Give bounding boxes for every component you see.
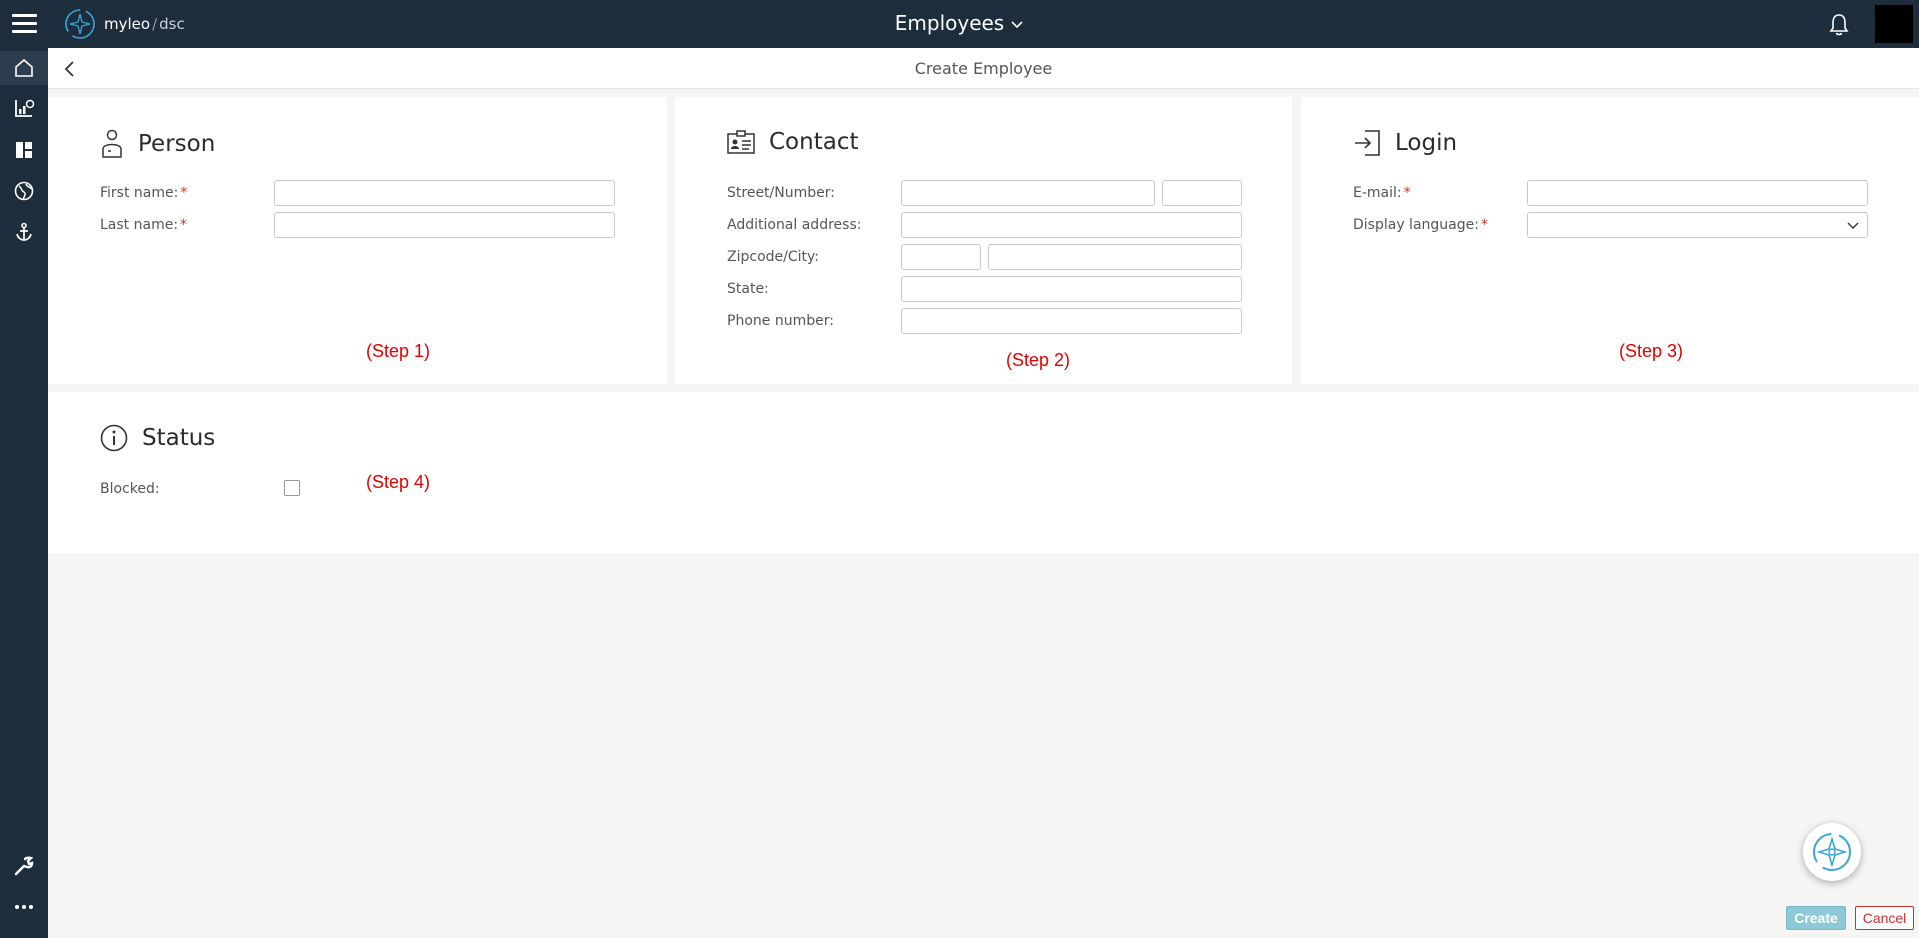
person-panel: Person First name: * Last name: * (Step 1): [48, 97, 667, 384]
phone-label: Phone number:: [727, 313, 834, 329]
step-1-annotation: (Step 1): [366, 341, 431, 361]
contact-panel: Contact Street/Number: Additional addres…: [675, 97, 1292, 384]
chart-icon: [15, 99, 35, 117]
first-name-label: First name: *: [100, 185, 188, 201]
sidebar-item-globe[interactable]: [0, 174, 48, 208]
zipcode-input[interactable]: [901, 244, 981, 270]
dashboard-icon: [16, 142, 32, 158]
top-bar: myleo / dsc Employees: [0, 0, 1919, 48]
app-logo[interactable]: myleo / dsc: [64, 8, 185, 40]
bell-icon[interactable]: [1828, 13, 1850, 37]
state-label: State:: [727, 281, 769, 297]
logo-brand: myleo: [104, 15, 151, 33]
step-2-annotation: (Step 2): [1006, 350, 1071, 370]
contact-card-icon: [727, 130, 755, 154]
login-title: Login: [1395, 130, 1458, 156]
chevron-down-icon: [1847, 222, 1859, 229]
avatar[interactable]: [1875, 5, 1913, 43]
additional-address-input[interactable]: [901, 212, 1242, 238]
logo-product: dsc: [159, 15, 185, 33]
person-title: Person: [138, 131, 216, 157]
info-icon: [100, 424, 128, 452]
status-title: Status: [142, 425, 216, 451]
display-language-select[interactable]: [1527, 212, 1868, 238]
page-title: Create Employee: [914, 59, 1053, 78]
page-header: Create Employee: [48, 48, 1919, 89]
status-panel: Status Blocked: (Step 4): [48, 392, 1919, 553]
sidebar-item-settings[interactable]: [0, 849, 48, 883]
zip-city-label: Zipcode/City:: [727, 249, 819, 265]
state-input[interactable]: [901, 276, 1242, 302]
house-number-input[interactable]: [1162, 180, 1242, 206]
sidebar-item-reports[interactable]: [0, 91, 48, 125]
menu-icon[interactable]: [12, 14, 37, 34]
person-icon: [102, 129, 122, 158]
last-name-input[interactable]: [274, 212, 615, 238]
cancel-button[interactable]: Cancel: [1855, 906, 1914, 930]
login-icon: [1355, 130, 1380, 156]
last-name-label: Last name: *: [100, 217, 188, 233]
street-input[interactable]: [901, 180, 1155, 206]
required-mark: *: [1403, 185, 1411, 201]
city-input[interactable]: [988, 244, 1242, 270]
step-4-annotation: (Step 4): [366, 472, 431, 492]
module-title: Employees: [894, 11, 1005, 35]
email-label: E-mail: *: [1353, 185, 1411, 201]
blocked-checkbox[interactable]: [284, 480, 300, 496]
logo-icon: [65, 9, 95, 39]
step-3-annotation: (Step 3): [1619, 341, 1684, 361]
phone-input[interactable]: [901, 308, 1242, 334]
login-panel: Login E-mail: * Display language: * (Step …: [1301, 97, 1919, 384]
sidebar-item-more[interactable]: [0, 890, 48, 924]
sidebar-item-home[interactable]: [0, 51, 48, 85]
chevron-down-icon: [1011, 20, 1023, 28]
email-input[interactable]: [1527, 180, 1868, 206]
back-icon[interactable]: [60, 59, 80, 79]
additional-address-label: Additional address:: [727, 217, 862, 233]
sidebar: [0, 48, 48, 938]
sidebar-item-dashboard[interactable]: [0, 133, 48, 167]
logo-separator: /: [152, 15, 158, 33]
more-icon: [15, 905, 33, 909]
sync-logo-icon: [1813, 833, 1851, 871]
first-name-input[interactable]: [274, 180, 615, 206]
globe-icon: [14, 181, 34, 201]
wrench-icon: [14, 856, 34, 876]
sidebar-item-anchor[interactable]: [0, 215, 48, 249]
create-button[interactable]: Create: [1786, 906, 1846, 930]
required-mark: *: [1480, 217, 1488, 233]
contact-title: Contact: [769, 129, 859, 155]
home-icon: [15, 58, 33, 77]
blocked-label: Blocked:: [100, 481, 160, 497]
module-dropdown[interactable]: Employees: [895, 11, 1024, 35]
assistant-button[interactable]: [1803, 823, 1861, 881]
required-mark: *: [180, 185, 188, 201]
street-label: Street/Number:: [727, 185, 835, 201]
display-language-label: Display language: *: [1353, 217, 1488, 233]
required-mark: *: [180, 217, 188, 233]
anchor-icon: [16, 222, 32, 241]
